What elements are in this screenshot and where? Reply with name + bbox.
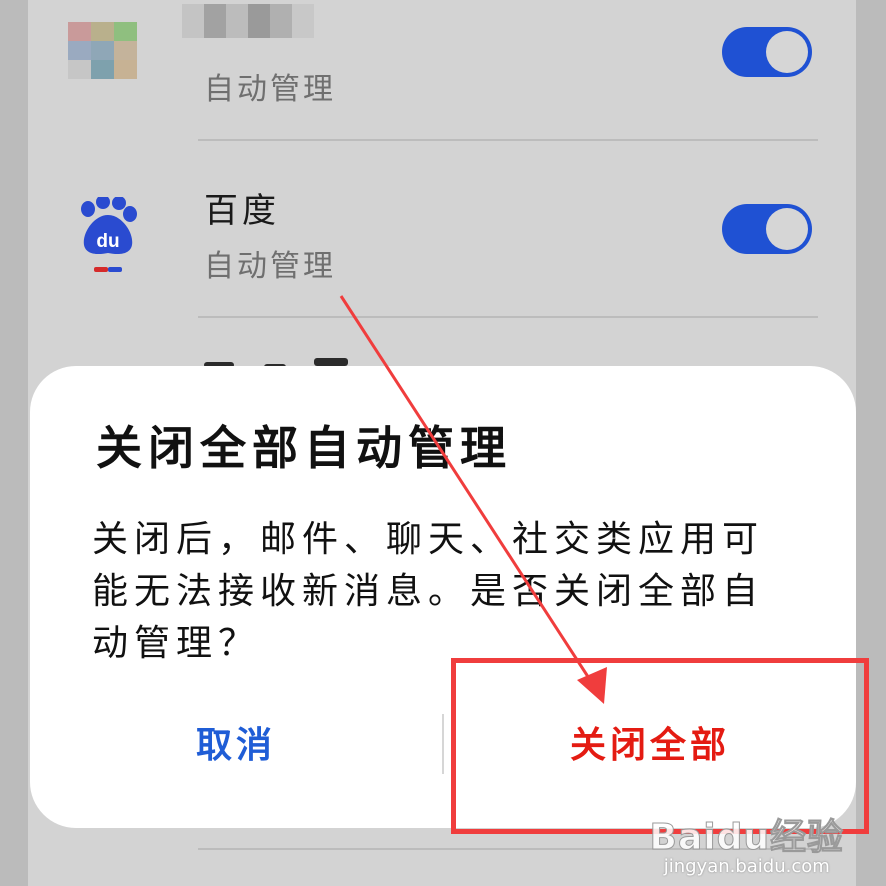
watermark-logo: Baidu经验 xyxy=(649,817,844,859)
watermark-url: jingyan.baidu.com xyxy=(663,856,830,877)
baidu-jingyan-watermark: Baidu经验 jingyan.baidu.com xyxy=(649,808,844,878)
annotation-arrow-icon xyxy=(339,295,607,704)
